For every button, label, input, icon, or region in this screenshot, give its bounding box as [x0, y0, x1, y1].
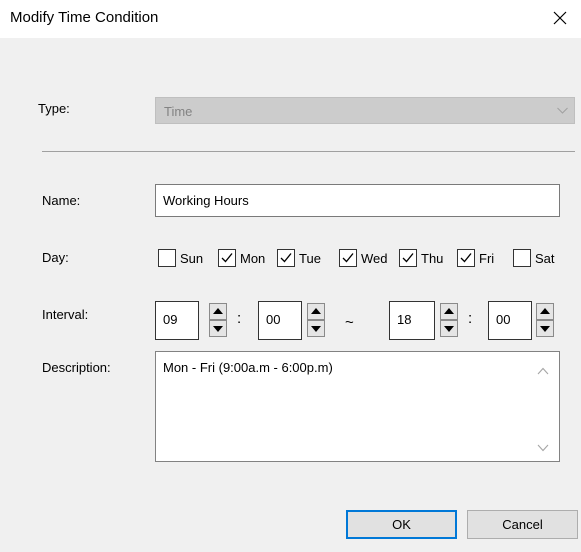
type-combobox-value: Time [164, 104, 193, 119]
arrow-down-icon [540, 326, 550, 332]
start-minute-value: 00 [266, 312, 281, 327]
day-label-wed: Wed [361, 251, 388, 266]
type-label: Type: [38, 101, 70, 116]
arrow-up-icon [311, 308, 321, 314]
time-separator: : [237, 310, 242, 327]
day-label-sun: Sun [180, 251, 204, 266]
interval-label: Interval: [42, 307, 89, 322]
type-combobox[interactable]: Time [155, 97, 575, 124]
arrow-up-icon [213, 308, 223, 314]
day-checkbox-wed[interactable]: Wed [339, 249, 397, 269]
close-icon [553, 11, 567, 25]
scroll-down-icon[interactable] [537, 444, 549, 452]
checkbox[interactable] [277, 249, 295, 267]
day-label-tue: Tue [299, 251, 321, 266]
description-textarea[interactable]: Mon - Fri (9:00a.m - 6:00p.m) [155, 351, 560, 462]
checkbox[interactable] [218, 249, 236, 267]
range-separator: ~ [345, 314, 354, 331]
arrow-down-icon [311, 326, 321, 332]
checkbox[interactable] [399, 249, 417, 267]
checkmark-icon [280, 253, 292, 263]
start-hour-input[interactable]: 09 [155, 301, 199, 340]
day-label-sat: Sat [535, 251, 555, 266]
start-minute-input[interactable]: 00 [258, 301, 302, 340]
start-hour-up-button[interactable] [209, 303, 227, 320]
checkmark-icon [342, 253, 354, 263]
description-label: Description: [42, 360, 111, 375]
ok-button[interactable]: OK [346, 510, 457, 539]
close-button[interactable] [548, 6, 572, 30]
day-label-fri: Fri [479, 251, 495, 266]
checkmark-icon [460, 253, 472, 263]
checkmark-icon [221, 253, 233, 263]
arrow-up-icon [444, 308, 454, 314]
day-checkbox-thu[interactable]: Thu [399, 249, 453, 269]
start-minute-down-button[interactable] [307, 320, 325, 337]
start-hour-down-button[interactable] [209, 320, 227, 337]
name-input[interactable]: Working Hours [155, 184, 560, 217]
separator [42, 151, 575, 152]
day-label-thu: Thu [421, 251, 444, 266]
scroll-up-icon[interactable] [537, 367, 549, 375]
chevron-down-icon [557, 107, 568, 114]
end-minute-value: 00 [496, 312, 511, 327]
end-hour-input[interactable]: 18 [389, 301, 435, 340]
title-bar: Modify Time Condition [0, 0, 581, 38]
checkbox[interactable] [158, 249, 176, 267]
day-label-mon: Mon [240, 251, 266, 266]
day-checkbox-tue[interactable]: Tue [277, 249, 331, 269]
start-hour-value: 09 [163, 312, 178, 327]
end-hour-up-button[interactable] [440, 303, 458, 320]
checkbox[interactable] [513, 249, 531, 267]
end-minute-down-button[interactable] [536, 320, 554, 337]
end-hour-value: 18 [397, 312, 412, 327]
day-label: Day: [42, 250, 69, 265]
checkmark-icon [402, 253, 414, 263]
dialog-title: Modify Time Condition [10, 9, 159, 26]
checkbox[interactable] [339, 249, 357, 267]
time-separator: : [468, 310, 473, 327]
day-checkbox-sun[interactable]: Sun [158, 249, 214, 269]
day-checkbox-fri[interactable]: Fri [457, 249, 507, 269]
cancel-button[interactable]: Cancel [467, 510, 578, 539]
description-value: Mon - Fri (9:00a.m - 6:00p.m) [163, 360, 333, 375]
name-label: Name: [42, 193, 81, 208]
start-minute-up-button[interactable] [307, 303, 325, 320]
arrow-down-icon [213, 326, 223, 332]
arrow-down-icon [444, 326, 454, 332]
name-input-value: Working Hours [163, 193, 249, 208]
day-checkbox-sat[interactable]: Sat [513, 249, 573, 269]
arrow-up-icon [540, 308, 550, 314]
checkbox[interactable] [457, 249, 475, 267]
end-minute-input[interactable]: 00 [488, 301, 532, 340]
day-checkbox-mon[interactable]: Mon [218, 249, 274, 269]
end-minute-up-button[interactable] [536, 303, 554, 320]
end-hour-down-button[interactable] [440, 320, 458, 337]
